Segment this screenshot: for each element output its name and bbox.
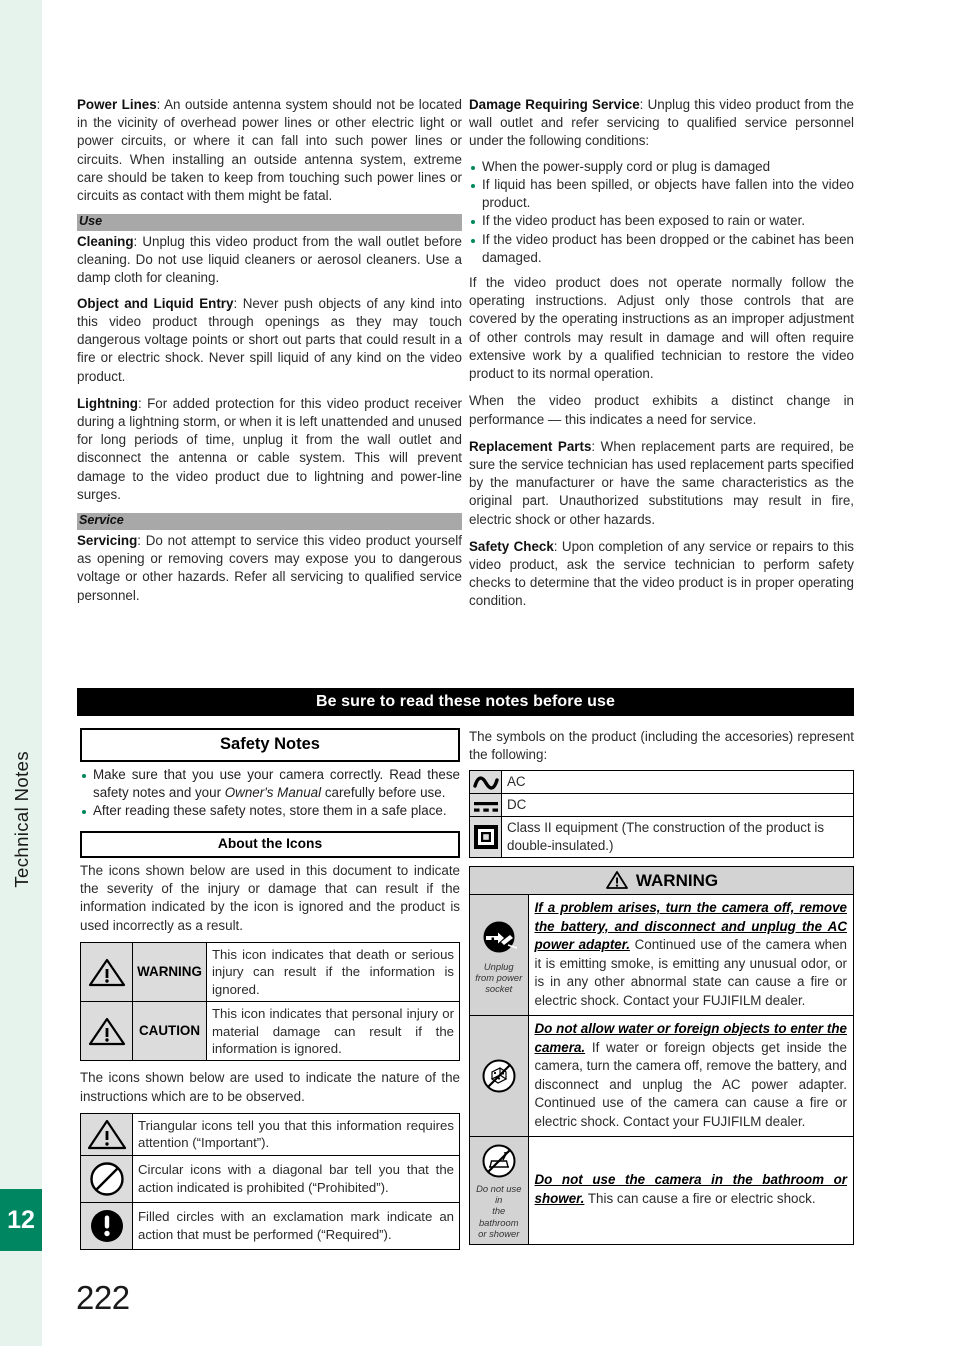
paragraph-safety-check: Safety Check: Upon completion of any ser… xyxy=(469,538,854,611)
nature-description: Circular icons with a diagonal bar tell … xyxy=(132,1154,460,1203)
symbol-description: AC xyxy=(501,770,854,795)
paragraph-cleaning: Cleaning: Unplug this video product from… xyxy=(77,233,462,288)
warning-item-text: If a problem arises, turn the camera off… xyxy=(528,895,853,1016)
about-the-icons-text: The icons shown below are used in this d… xyxy=(80,862,460,933)
right-text-column: Damage Requiring Service: Unplug this vi… xyxy=(469,96,854,620)
table-row: Circular icons with a diagonal bar tell … xyxy=(80,1154,460,1203)
paragraph-lead: Lightning xyxy=(77,395,138,411)
symbol-description: DC xyxy=(501,793,854,818)
severity-description: This icon indicates that personal injury… xyxy=(206,1001,460,1062)
nature-description: Filled circles with an exclamation mark … xyxy=(132,1201,460,1250)
left-text-column: Power Lines: An outside antenna system s… xyxy=(77,96,462,614)
paragraph-abnormal-operation: If the video product does not operate no… xyxy=(469,274,854,382)
triangle-important-icon xyxy=(80,1112,133,1156)
safety-notes-heading: Safety Notes xyxy=(80,728,460,762)
section-banner: Be sure to read these notes before use xyxy=(77,688,854,716)
warning-item-body: This can cause a fire or electric shock. xyxy=(584,1190,816,1206)
paragraph-lightning: Lightning: For added protection for this… xyxy=(77,395,462,504)
safety-notes-section: Safety Notes Make sure that you use your… xyxy=(80,728,460,1250)
dc-dashes-icon xyxy=(469,793,502,818)
list-item: After reading these safety notes, store … xyxy=(80,802,460,820)
severity-description: This icon indicates that death or seriou… xyxy=(206,941,460,1003)
table-row: Filled circles with an exclamation mark … xyxy=(80,1201,460,1250)
table-row: AC xyxy=(469,770,854,795)
paragraph-replacement-parts: Replacement Parts: When replacement part… xyxy=(469,438,854,529)
class-ii-square-icon xyxy=(469,816,502,859)
paragraph-performance-change: When the video product exhibits a distin… xyxy=(469,393,854,427)
page-number: 222 xyxy=(76,1279,130,1316)
chapter-sidebar: Technical Notes 12 xyxy=(0,0,42,1346)
warning-panel: WARNING Unplug from power socket If a prob… xyxy=(469,866,854,1245)
paragraph-body: : An outside antenna system should not b… xyxy=(77,97,462,204)
paragraph-lead: Object and Liquid Entry xyxy=(77,295,234,311)
paragraph-body: : For added protection for this video pr… xyxy=(77,395,462,502)
manual-title: Owner's Manual xyxy=(224,784,322,800)
symbols-intro-text: The symbols on the product (including th… xyxy=(469,729,854,763)
severity-icons-table: WARNING This icon indicates that death o… xyxy=(80,941,460,1062)
warning-item-text: Do not use the camera in the bathroom or… xyxy=(528,1136,853,1244)
table-row: Triangular icons tell you that this info… xyxy=(80,1112,460,1156)
icon-caption: Do not use in the bathroom or shower xyxy=(476,1183,522,1239)
list-item: Make sure that you use your camera corre… xyxy=(80,766,460,802)
severity-label: CAUTION xyxy=(132,1001,207,1062)
warning-item-text: Do not allow water or foreign objects to… xyxy=(528,1015,853,1137)
table-row: Do not use in the bathroom or shower Do no… xyxy=(470,1136,853,1244)
about-the-icons-heading: About the Icons xyxy=(80,831,460,858)
table-row: WARNING This icon indicates that death o… xyxy=(80,941,460,1003)
paragraph-power-lines: Power Lines: An outside antenna system s… xyxy=(77,96,462,205)
warning-triangle-icon xyxy=(80,941,133,1003)
chapter-number-tab: 12 xyxy=(0,1189,42,1251)
chapter-label: Technical Notes xyxy=(11,751,32,888)
no-water-entry-icon xyxy=(470,1015,529,1137)
list-item-text-part2: carefully before use. xyxy=(321,784,446,800)
list-item: If the video product has been exposed to… xyxy=(469,212,854,230)
paragraph-body: : Unplug this video product from the wal… xyxy=(77,234,462,286)
table-row: Class II equipment (The construction of … xyxy=(469,816,854,859)
filled-circle-required-icon xyxy=(80,1201,133,1250)
no-bathroom-icon: Do not use in the bathroom or shower xyxy=(470,1136,529,1244)
paragraph-lead: Replacement Parts xyxy=(469,438,592,454)
warning-panel-header: WARNING xyxy=(470,867,853,896)
symbol-description: Class II equipment (The construction of … xyxy=(501,816,854,859)
warning-triangle-icon xyxy=(605,870,629,890)
icon-caption: Unplug from power socket xyxy=(475,961,523,995)
paragraph-object-liquid-entry: Object and Liquid Entry: Never push obje… xyxy=(77,295,462,386)
warning-items-table: Unplug from power socket If a problem aris… xyxy=(470,895,853,1244)
table-row: Do not allow water or foreign objects to… xyxy=(470,1015,853,1137)
symbols-and-warning-section: The symbols on the product (including th… xyxy=(469,728,854,1245)
paragraph-damage-requiring-service: Damage Requiring Service: Unplug this vi… xyxy=(469,96,854,151)
warning-panel-title: WARNING xyxy=(635,870,719,890)
nature-description: Triangular icons tell you that this info… xyxy=(132,1112,460,1156)
table-row: CAUTION This icon indicates that persona… xyxy=(80,1001,460,1062)
list-item: If the video product has been dropped or… xyxy=(469,231,854,267)
product-symbols-table: AC DC Class II equipment (The constructi… xyxy=(469,770,854,859)
ac-sine-icon xyxy=(469,770,502,795)
paragraph-lead: Cleaning xyxy=(77,234,134,250)
section-heading-use: Use xyxy=(77,214,462,232)
safety-notes-list: Make sure that you use your camera corre… xyxy=(80,766,460,821)
caution-triangle-icon xyxy=(80,1001,133,1062)
section-heading-service: Service xyxy=(77,513,462,530)
list-item: When the power-supply cord or plug is da… xyxy=(469,158,854,176)
paragraph-lead: Safety Check xyxy=(469,538,554,554)
nature-icons-table: Triangular icons tell you that this info… xyxy=(80,1112,460,1250)
severity-label: WARNING xyxy=(132,941,207,1003)
paragraph-lead: Servicing xyxy=(77,532,138,548)
paragraph-servicing: Servicing: Do not attempt to service thi… xyxy=(77,532,462,605)
damage-conditions-list: When the power-supply cord or plug is da… xyxy=(469,158,854,267)
table-row: DC xyxy=(469,793,854,818)
circle-prohibited-icon xyxy=(80,1154,133,1203)
table-row: Unplug from power socket If a problem aris… xyxy=(470,895,853,1016)
list-item: If liquid has been spilled, or objects h… xyxy=(469,176,854,212)
unplug-power-icon: Unplug from power socket xyxy=(470,895,529,1016)
paragraph-lead: Damage Requiring Service xyxy=(469,97,640,112)
nature-of-instructions-text: The icons shown below are used to indica… xyxy=(80,1070,460,1104)
paragraph-lead: Power Lines xyxy=(77,97,157,112)
